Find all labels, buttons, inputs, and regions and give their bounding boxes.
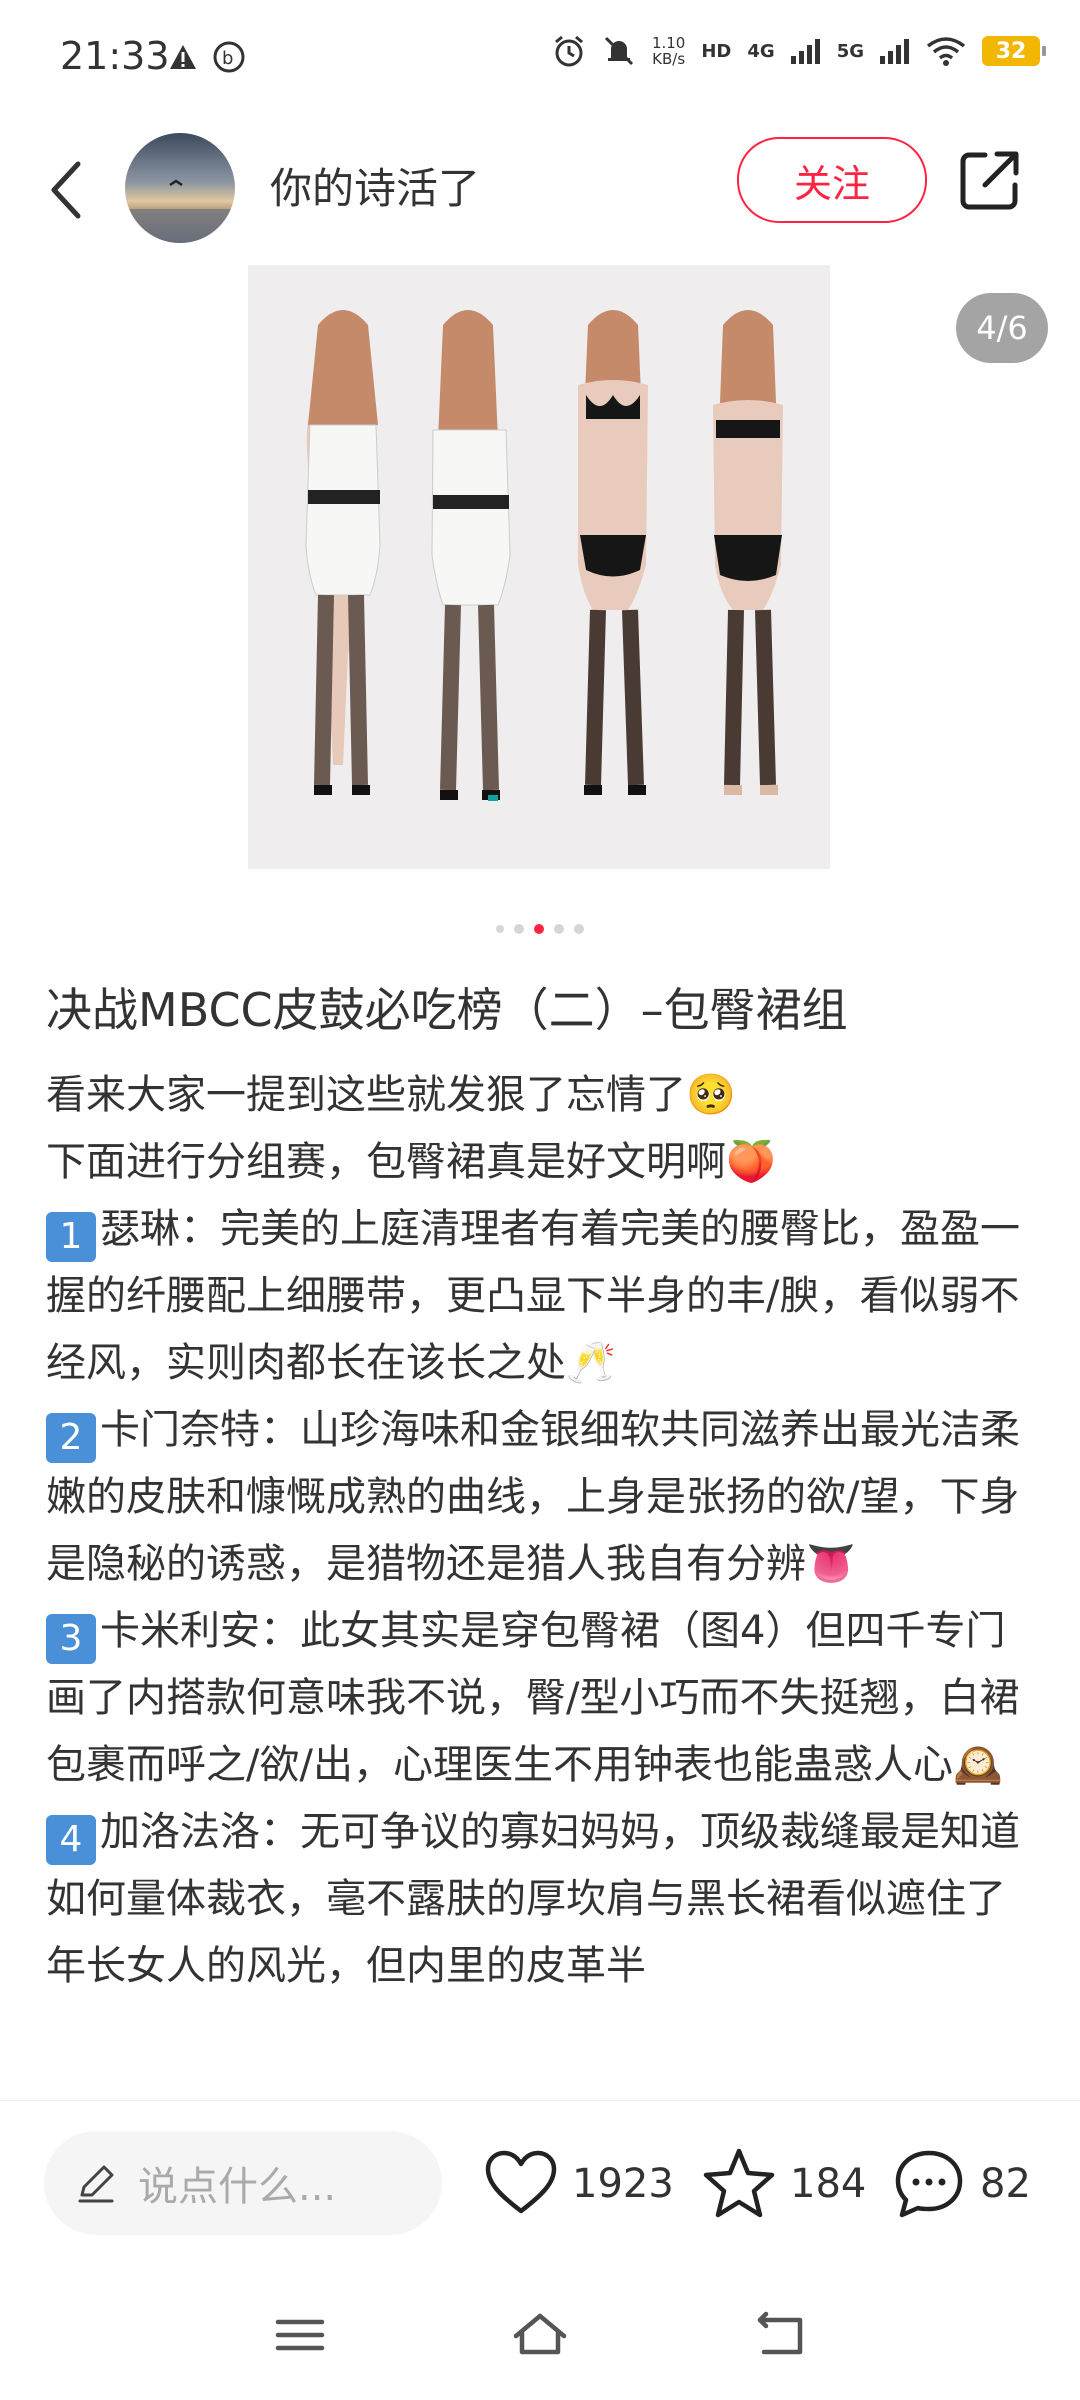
status-time: 21:33	[60, 34, 170, 78]
favorite-button[interactable]: 184	[700, 2145, 866, 2223]
carousel-dot	[496, 925, 504, 933]
comment-placeholder: 说点什么...	[138, 2164, 337, 2210]
follow-button[interactable]: 关注	[737, 137, 927, 223]
return-icon	[757, 2311, 803, 2355]
star-icon	[703, 2148, 775, 2218]
home-icon	[513, 2313, 567, 2355]
bird-icon	[125, 179, 235, 243]
status-bar: 21:33 b 1.10 KB/s HD 4G 5G 32	[0, 0, 1080, 115]
carousel-dots	[0, 924, 1080, 934]
image-counter: 4/6	[956, 293, 1048, 363]
favorite-count: 184	[790, 2161, 867, 2207]
post-image[interactable]	[248, 265, 830, 869]
net-5g: 5G	[836, 40, 864, 62]
mute-bell-icon	[604, 36, 634, 66]
like-button[interactable]: 1923	[482, 2145, 674, 2223]
wifi-icon	[926, 37, 966, 66]
bottom-action-bar: 说点什么... 1923 184 82	[0, 2100, 1080, 2261]
signal-icon-2	[880, 39, 909, 64]
battery-indicator: 32	[982, 36, 1046, 66]
post-body: 看来大家一提到这些就发狠了忘情了🥺 下面进行分组赛，包臀裙真是好文明啊🍑 1 瑟琳…	[46, 1062, 1036, 2102]
back-nav-button[interactable]	[750, 2310, 810, 2360]
body-line: 看来大家一提到这些就发狠了忘情了🥺	[46, 1072, 736, 1118]
share-icon	[960, 151, 1019, 210]
net-4g: 4G	[747, 40, 775, 62]
keycap-number: 2	[46, 1413, 96, 1463]
menu-icon	[275, 2319, 325, 2351]
share-button[interactable]	[955, 145, 1025, 215]
comment-button[interactable]: 82	[890, 2145, 1031, 2223]
post-header: 你的诗活了 关注	[0, 115, 1080, 266]
signal-icon-1	[790, 39, 820, 64]
back-button[interactable]	[36, 150, 96, 230]
keycap-number: 1	[46, 1212, 96, 1262]
warning-icon	[170, 45, 196, 69]
body-item: 2 卡门奈特：山珍海味和金银细软共同滋养出最光洁柔嫩的皮肤和慷慨成熟的曲线，上身是…	[46, 1407, 1020, 1587]
illustration-image	[248, 265, 830, 869]
post-title: 决战MBCC皮鼓必吃榜（二）–包臀裙组	[46, 983, 848, 1037]
carousel-dot	[514, 924, 524, 934]
chevron-left-icon	[51, 161, 81, 219]
body-line: 下面进行分组赛，包臀裙真是好文明啊🍑	[46, 1139, 776, 1185]
comment-input[interactable]: 说点什么...	[44, 2131, 442, 2235]
system-nav-bar	[0, 2270, 1080, 2400]
carousel-dot-active	[534, 924, 544, 934]
network-speed: 1.10 KB/s	[651, 34, 686, 68]
svg-text:b: b	[222, 48, 233, 69]
carousel-dot	[554, 924, 564, 934]
avatar[interactable]	[125, 133, 235, 243]
keycap-number: 3	[46, 1614, 96, 1664]
comment-bubble-icon	[895, 2150, 963, 2218]
heart-icon	[485, 2150, 557, 2214]
pencil-icon	[78, 2165, 114, 2203]
keycap-number: 4	[46, 1815, 96, 1865]
image-carousel[interactable]: 4/6	[0, 265, 1080, 905]
body-item: 3 卡米利安：此女其实是穿包臀裙（图4）但四千专门画了内搭款何意味我不说，臀/型小…	[46, 1608, 1020, 1788]
carousel-dot	[574, 924, 584, 934]
body-item: 1 瑟琳：完美的上庭清理者有着完美的腰臀比，盈盈一握的纤腰配上细腰带，更凸显下半身…	[46, 1206, 1020, 1386]
comment-count: 82	[980, 2161, 1031, 2207]
body-item: 4 加洛法洛：无可争议的寡妇妈妈，顶级裁缝最是知道如何量体裁衣，毫不露肤的厚坎肩与…	[46, 1809, 1020, 1989]
alarm-icon	[554, 35, 583, 67]
author-name[interactable]: 你的诗活了	[270, 155, 480, 216]
circle-b-icon: b	[213, 41, 245, 73]
hd-indicator: HD	[701, 40, 732, 62]
home-button[interactable]	[510, 2310, 570, 2360]
like-count: 1923	[572, 2161, 674, 2207]
menu-button[interactable]	[270, 2310, 330, 2360]
